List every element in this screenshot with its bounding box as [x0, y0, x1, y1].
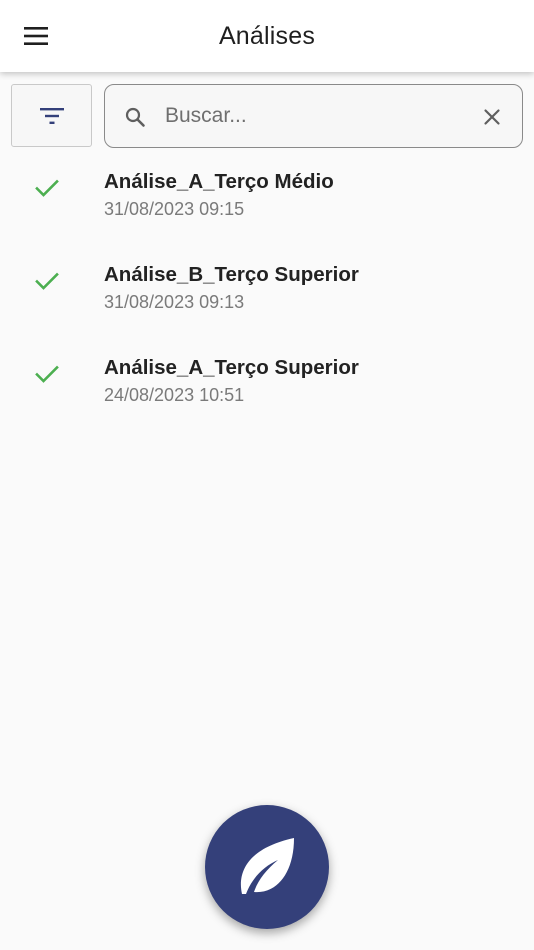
check-icon — [35, 365, 59, 383]
list-item[interactable]: Análise_A_Terço Superior 24/08/2023 10:5… — [0, 346, 534, 439]
leaf-icon — [240, 838, 294, 894]
filter-list-icon — [39, 107, 64, 124]
list-item[interactable]: Análise_A_Terço Médio 31/08/2023 09:15 — [0, 160, 534, 253]
check-icon — [35, 272, 59, 290]
list-item[interactable]: Análise_B_Terço Superior 31/08/2023 09:1… — [0, 253, 534, 346]
analysis-list: Análise_A_Terço Médio 31/08/2023 09:15 A… — [0, 160, 534, 439]
search-input[interactable] — [165, 97, 465, 135]
analysis-date: 31/08/2023 09:15 — [104, 199, 245, 219]
analysis-title: Análise_A_Terço Médio — [104, 170, 334, 193]
filter-button[interactable] — [11, 84, 92, 147]
page-title: Análises — [218, 22, 316, 50]
analysis-date: 24/08/2023 10:51 — [104, 385, 245, 405]
app-bar: Análises — [0, 0, 534, 72]
analysis-date: 31/08/2023 09:13 — [104, 292, 245, 312]
search-box[interactable] — [104, 84, 523, 148]
search-icon — [125, 107, 145, 127]
new-analysis-fab-button[interactable] — [205, 805, 329, 929]
close-icon[interactable] — [480, 105, 504, 129]
analysis-title: Análise_A_Terço Superior — [104, 356, 359, 379]
analysis-title: Análise_B_Terço Superior — [104, 263, 359, 286]
check-icon — [35, 179, 59, 197]
